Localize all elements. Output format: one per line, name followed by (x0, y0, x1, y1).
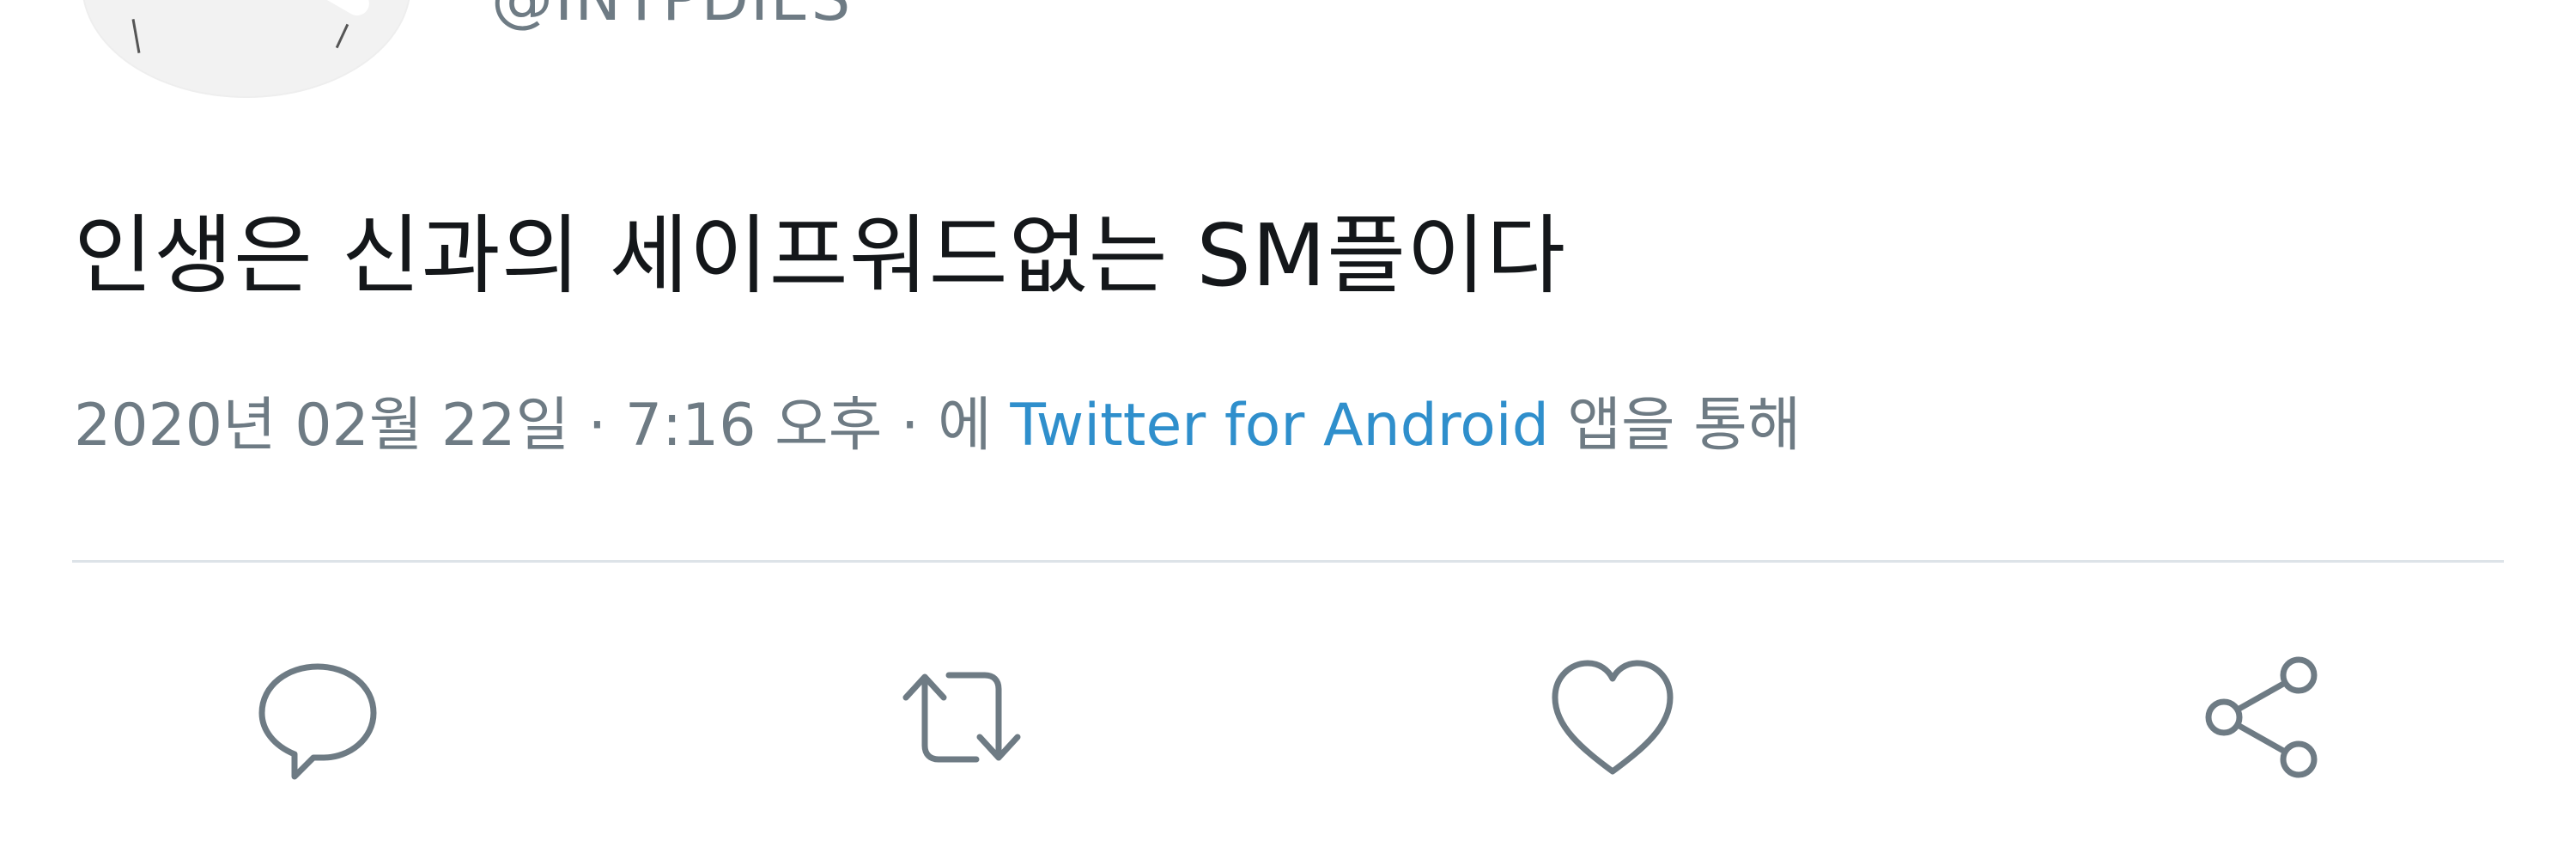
tweet-text: 인생은 신과의 세이프워드없는 SM플이다 (74, 205, 1567, 306)
share-button[interactable] (2198, 653, 2327, 782)
tweet-source-link[interactable]: Twitter for Android (1010, 392, 1549, 460)
avatar-detail (131, 19, 141, 53)
user-handle[interactable]: @INTPDIES (491, 0, 852, 29)
like-button[interactable] (1548, 653, 1677, 782)
heart-icon (1552, 660, 1674, 775)
avatar-detail (317, 0, 374, 21)
reply-icon (258, 663, 377, 780)
reply-button[interactable] (253, 653, 382, 782)
tweet-source-suffix: 앱을 통해 (1548, 392, 1801, 460)
avatar-detail (335, 23, 349, 49)
retweet-icon (902, 672, 1021, 763)
divider (72, 560, 2504, 563)
tweet-timestamp: 2020년 02월 22일 · 7:16 오후 · 에 (74, 392, 1011, 460)
tweet-detail: @INTPDIES 인생은 신과의 세이프워드없는 SM플이다 2020년 02… (0, 0, 2576, 859)
share-icon (2205, 656, 2318, 778)
retweet-button[interactable] (897, 653, 1026, 782)
avatar[interactable] (82, 0, 411, 98)
tweet-meta: 2020년 02월 22일 · 7:16 오후 · 에 Twitter for … (74, 391, 1801, 461)
